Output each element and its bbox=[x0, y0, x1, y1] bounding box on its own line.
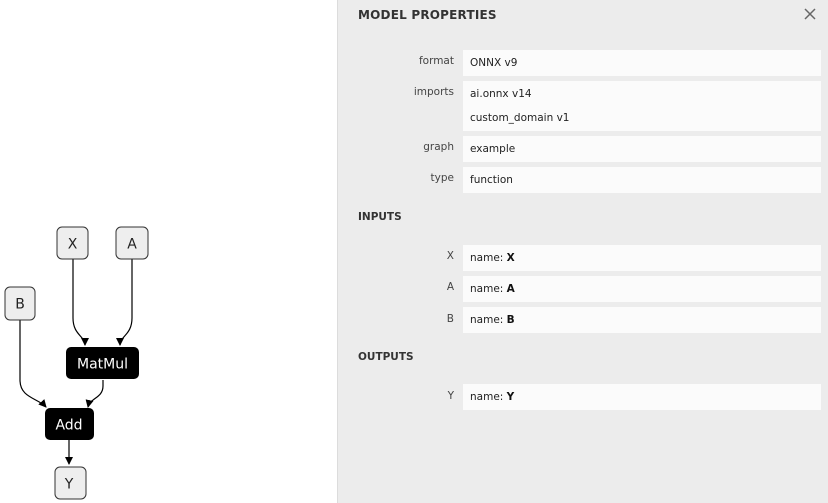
graph-output-node-y[interactable]: Y bbox=[54, 466, 87, 500]
name-prefix: name: bbox=[470, 314, 507, 326]
format-value[interactable]: ONNX v9 bbox=[463, 50, 821, 76]
graph-input-node-b[interactable]: B bbox=[4, 286, 36, 321]
node-label: MatMul bbox=[77, 357, 128, 373]
output-value-y[interactable]: name: Y bbox=[463, 384, 821, 410]
inputs-section-header: INPUTS bbox=[358, 211, 402, 223]
input-value-a[interactable]: name: A bbox=[463, 276, 821, 302]
imports-label: imports bbox=[413, 86, 454, 98]
graph-input-node-a[interactable]: A bbox=[115, 226, 149, 260]
input-value-b[interactable]: name: B bbox=[463, 307, 821, 333]
name-prefix: name: bbox=[470, 252, 507, 264]
name-prefix: name: bbox=[470, 391, 507, 403]
input-label-x: X bbox=[446, 250, 454, 262]
input-label-a: A bbox=[446, 281, 454, 293]
graph-value[interactable]: example bbox=[463, 136, 821, 162]
close-icon[interactable] bbox=[802, 6, 818, 22]
node-label: Y bbox=[64, 477, 74, 493]
output-name: Y bbox=[506, 391, 515, 403]
graph-node-add[interactable]: Add bbox=[45, 408, 94, 440]
edge-matmul-add bbox=[85, 380, 104, 408]
node-label: X bbox=[68, 237, 78, 253]
graph-label: graph bbox=[423, 141, 454, 153]
format-label: format bbox=[418, 55, 454, 67]
outputs-section-header: OUTPUTS bbox=[358, 351, 414, 363]
imports-value-1[interactable]: ai.onnx v14 bbox=[463, 81, 821, 107]
graph-input-node-x[interactable]: X bbox=[56, 226, 89, 260]
input-label-b: B bbox=[446, 313, 454, 325]
edge-b-add bbox=[19, 320, 47, 408]
edge-x-matmul bbox=[72, 259, 89, 346]
input-value-x[interactable]: name: X bbox=[463, 245, 821, 271]
name-prefix: name: bbox=[470, 283, 507, 295]
graph-canvas[interactable]: X A B MatMul Add Y bbox=[0, 0, 337, 503]
edge-a-matmul bbox=[116, 259, 133, 346]
node-label: A bbox=[127, 237, 137, 253]
input-name: B bbox=[506, 314, 515, 326]
type-label: type bbox=[430, 172, 454, 184]
input-name: A bbox=[506, 283, 515, 295]
node-label: Add bbox=[55, 418, 82, 434]
node-label: B bbox=[15, 297, 25, 313]
output-label-y: Y bbox=[447, 390, 454, 402]
graph-node-matmul[interactable]: MatMul bbox=[66, 347, 139, 379]
imports-value-2[interactable]: custom_domain v1 bbox=[463, 105, 821, 131]
type-value[interactable]: function bbox=[463, 167, 821, 193]
model-properties-sidebar: MODEL PROPERTIES format ONNX v9 imports … bbox=[337, 0, 828, 503]
input-name: X bbox=[506, 252, 515, 264]
sidebar-title: MODEL PROPERTIES bbox=[358, 8, 497, 22]
